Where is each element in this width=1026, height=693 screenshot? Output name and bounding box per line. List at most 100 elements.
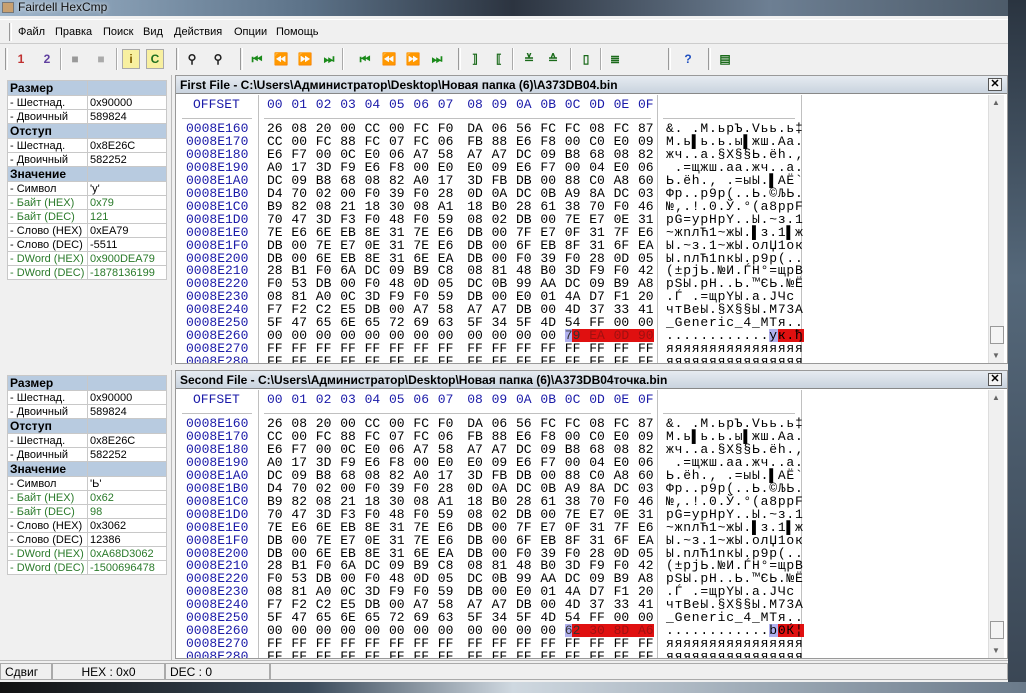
hex-byte[interactable]: 18 (467, 495, 491, 508)
hex-byte[interactable]: 3D (316, 456, 340, 469)
hex-byte[interactable]: 00 (492, 534, 516, 547)
hex-byte[interactable]: E6 (516, 161, 540, 174)
toolbar-grip[interactable] (5, 48, 8, 70)
hex-byte[interactable]: 08 (614, 148, 638, 161)
hex-byte[interactable]: 82 (389, 174, 413, 187)
hex-byte[interactable]: 8A (589, 187, 613, 200)
hex-byte[interactable]: 88 (340, 135, 364, 148)
hex-byte[interactable]: 06 (438, 135, 454, 148)
ascii-row[interactable]: М.ь▌ь.ь.ы▌жш.Аа. (666, 430, 804, 443)
ascii-row[interactable]: жч..а.§X§§Ь.ёh.‚ (666, 443, 804, 456)
hex-view[interactable]: 0008E160 26 08 20 00 CC 00 FC F0 DA 06 56 FC FC 08 FC 87… (176, 417, 986, 658)
hex-byte[interactable]: F0 (413, 187, 437, 200)
hex-byte[interactable]: 08 (316, 495, 340, 508)
hex-byte[interactable]: 07 (389, 135, 413, 148)
hex-byte[interactable]: 03 (638, 482, 654, 495)
hex-byte[interactable]: E0 (467, 456, 491, 469)
hex-byte[interactable]: B0 (492, 495, 516, 508)
scroll-up-icon[interactable]: ▲ (992, 98, 1000, 107)
hex-byte[interactable]: 17 (291, 456, 315, 469)
ascii-row[interactable]: Ь.ёh.‚ .=ыЫ.▌АЁ` (666, 469, 804, 482)
hex-byte[interactable]: 0E (614, 508, 638, 521)
hex-byte[interactable]: 60 (638, 174, 654, 187)
hex-byte[interactable]: DB (467, 521, 491, 534)
hex-byte[interactable]: A7 (467, 148, 491, 161)
hex-byte[interactable]: 09 (540, 148, 564, 161)
hex-byte[interactable]: E6 (516, 430, 540, 443)
hex-byte[interactable]: 00 (565, 456, 589, 469)
sync-left-button[interactable]: ⟧ (466, 49, 484, 69)
hex-byte[interactable]: A8 (614, 469, 638, 482)
hex-byte[interactable]: 7E (413, 239, 437, 252)
vertical-scrollbar[interactable]: ▲ ▼ (988, 390, 1004, 658)
hex-byte[interactable]: EA (638, 239, 654, 252)
hex-byte[interactable]: E6 (638, 521, 654, 534)
hex-byte[interactable]: FF (291, 355, 315, 363)
hex-byte[interactable]: 7E (267, 226, 291, 239)
hex-byte[interactable]: 46 (638, 200, 654, 213)
hex-byte[interactable]: 59 (438, 508, 454, 521)
hex-byte[interactable]: B8 (565, 443, 589, 456)
ascii-row[interactable]: яяяяяяяяяяяяяяяя (666, 355, 804, 363)
toolbar-grip[interactable] (668, 48, 671, 70)
hex-byte[interactable]: 88 (565, 469, 589, 482)
hex-byte[interactable]: 28 (438, 187, 454, 200)
hex-byte[interactable]: 00 (291, 534, 315, 547)
hex-byte[interactable]: A0 (267, 456, 291, 469)
hex-byte[interactable]: 31 (389, 239, 413, 252)
hex-byte[interactable]: A0 (413, 174, 437, 187)
hex-byte[interactable]: 06 (389, 443, 413, 456)
hex-byte[interactable]: EB (540, 239, 564, 252)
hex-byte[interactable]: 8F (565, 239, 589, 252)
hex-byte[interactable]: 09 (291, 174, 315, 187)
find-next-button[interactable]: ⚲ (209, 49, 227, 69)
list-button[interactable]: ≣ (606, 49, 624, 69)
hex-byte[interactable]: 58 (438, 148, 454, 161)
hex-byte[interactable]: F7 (540, 161, 564, 174)
hex-byte[interactable]: 0C (340, 148, 364, 161)
hex-byte[interactable]: DC (516, 443, 540, 456)
info-button[interactable]: i (122, 49, 140, 69)
hex-byte[interactable]: 17 (438, 469, 454, 482)
toolbar-grip[interactable] (240, 48, 243, 70)
hex-byte[interactable]: EA (638, 534, 654, 547)
hex-byte[interactable]: F0 (614, 200, 638, 213)
hex-byte[interactable]: E7 (589, 508, 613, 521)
hex-byte[interactable]: 00 (340, 187, 364, 200)
hex-byte[interactable]: B8 (316, 469, 340, 482)
hex-byte[interactable]: 04 (589, 161, 613, 174)
hex-byte[interactable]: 68 (340, 469, 364, 482)
hex-byte[interactable]: E7 (340, 534, 364, 547)
ascii-row[interactable]: pG=урHрY..Ы.~з.1 (666, 508, 804, 521)
menu-6[interactable]: Помощь (276, 26, 319, 38)
hex-byte[interactable]: 17 (438, 174, 454, 187)
hex-byte[interactable]: EB (340, 226, 364, 239)
hex-byte[interactable]: C0 (589, 430, 613, 443)
hex-byte[interactable]: 00 (540, 174, 564, 187)
hex-byte[interactable]: 3D (316, 161, 340, 174)
hex-byte[interactable]: E6 (638, 226, 654, 239)
sync-right-button[interactable]: ⟦ (490, 49, 508, 69)
hex-byte[interactable]: E6 (291, 521, 315, 534)
hex-byte[interactable]: 7E (565, 213, 589, 226)
ascii-row[interactable]: Ь.ёh.‚ .=ыЫ.▌АЁ` (666, 174, 804, 187)
hex-byte[interactable]: E0 (614, 456, 638, 469)
ascii-row[interactable]: №‚.!.0.Ў.°(a8pрF (666, 495, 804, 508)
hex-byte[interactable]: DC (614, 482, 638, 495)
hex-byte[interactable]: 09 (492, 456, 516, 469)
hex-byte[interactable]: 60 (638, 469, 654, 482)
hex-byte[interactable]: 70 (589, 200, 613, 213)
hex-byte[interactable]: 6E (316, 226, 340, 239)
hex-byte[interactable]: EB (540, 534, 564, 547)
hex-byte[interactable]: FF (291, 650, 315, 658)
hex-byte[interactable]: 68 (340, 174, 364, 187)
hex-byte[interactable]: 02 (492, 508, 516, 521)
hex-byte[interactable]: FC (413, 135, 437, 148)
scrollbar-thumb[interactable] (990, 621, 1004, 639)
prev-block-button[interactable]: ⏪ (380, 49, 398, 69)
hex-byte[interactable]: 09 (638, 135, 654, 148)
hex-byte[interactable]: 08 (365, 174, 389, 187)
hex-byte[interactable]: 7F (516, 226, 540, 239)
hex-byte[interactable]: DC (516, 482, 540, 495)
hex-byte[interactable]: 0D (467, 482, 491, 495)
